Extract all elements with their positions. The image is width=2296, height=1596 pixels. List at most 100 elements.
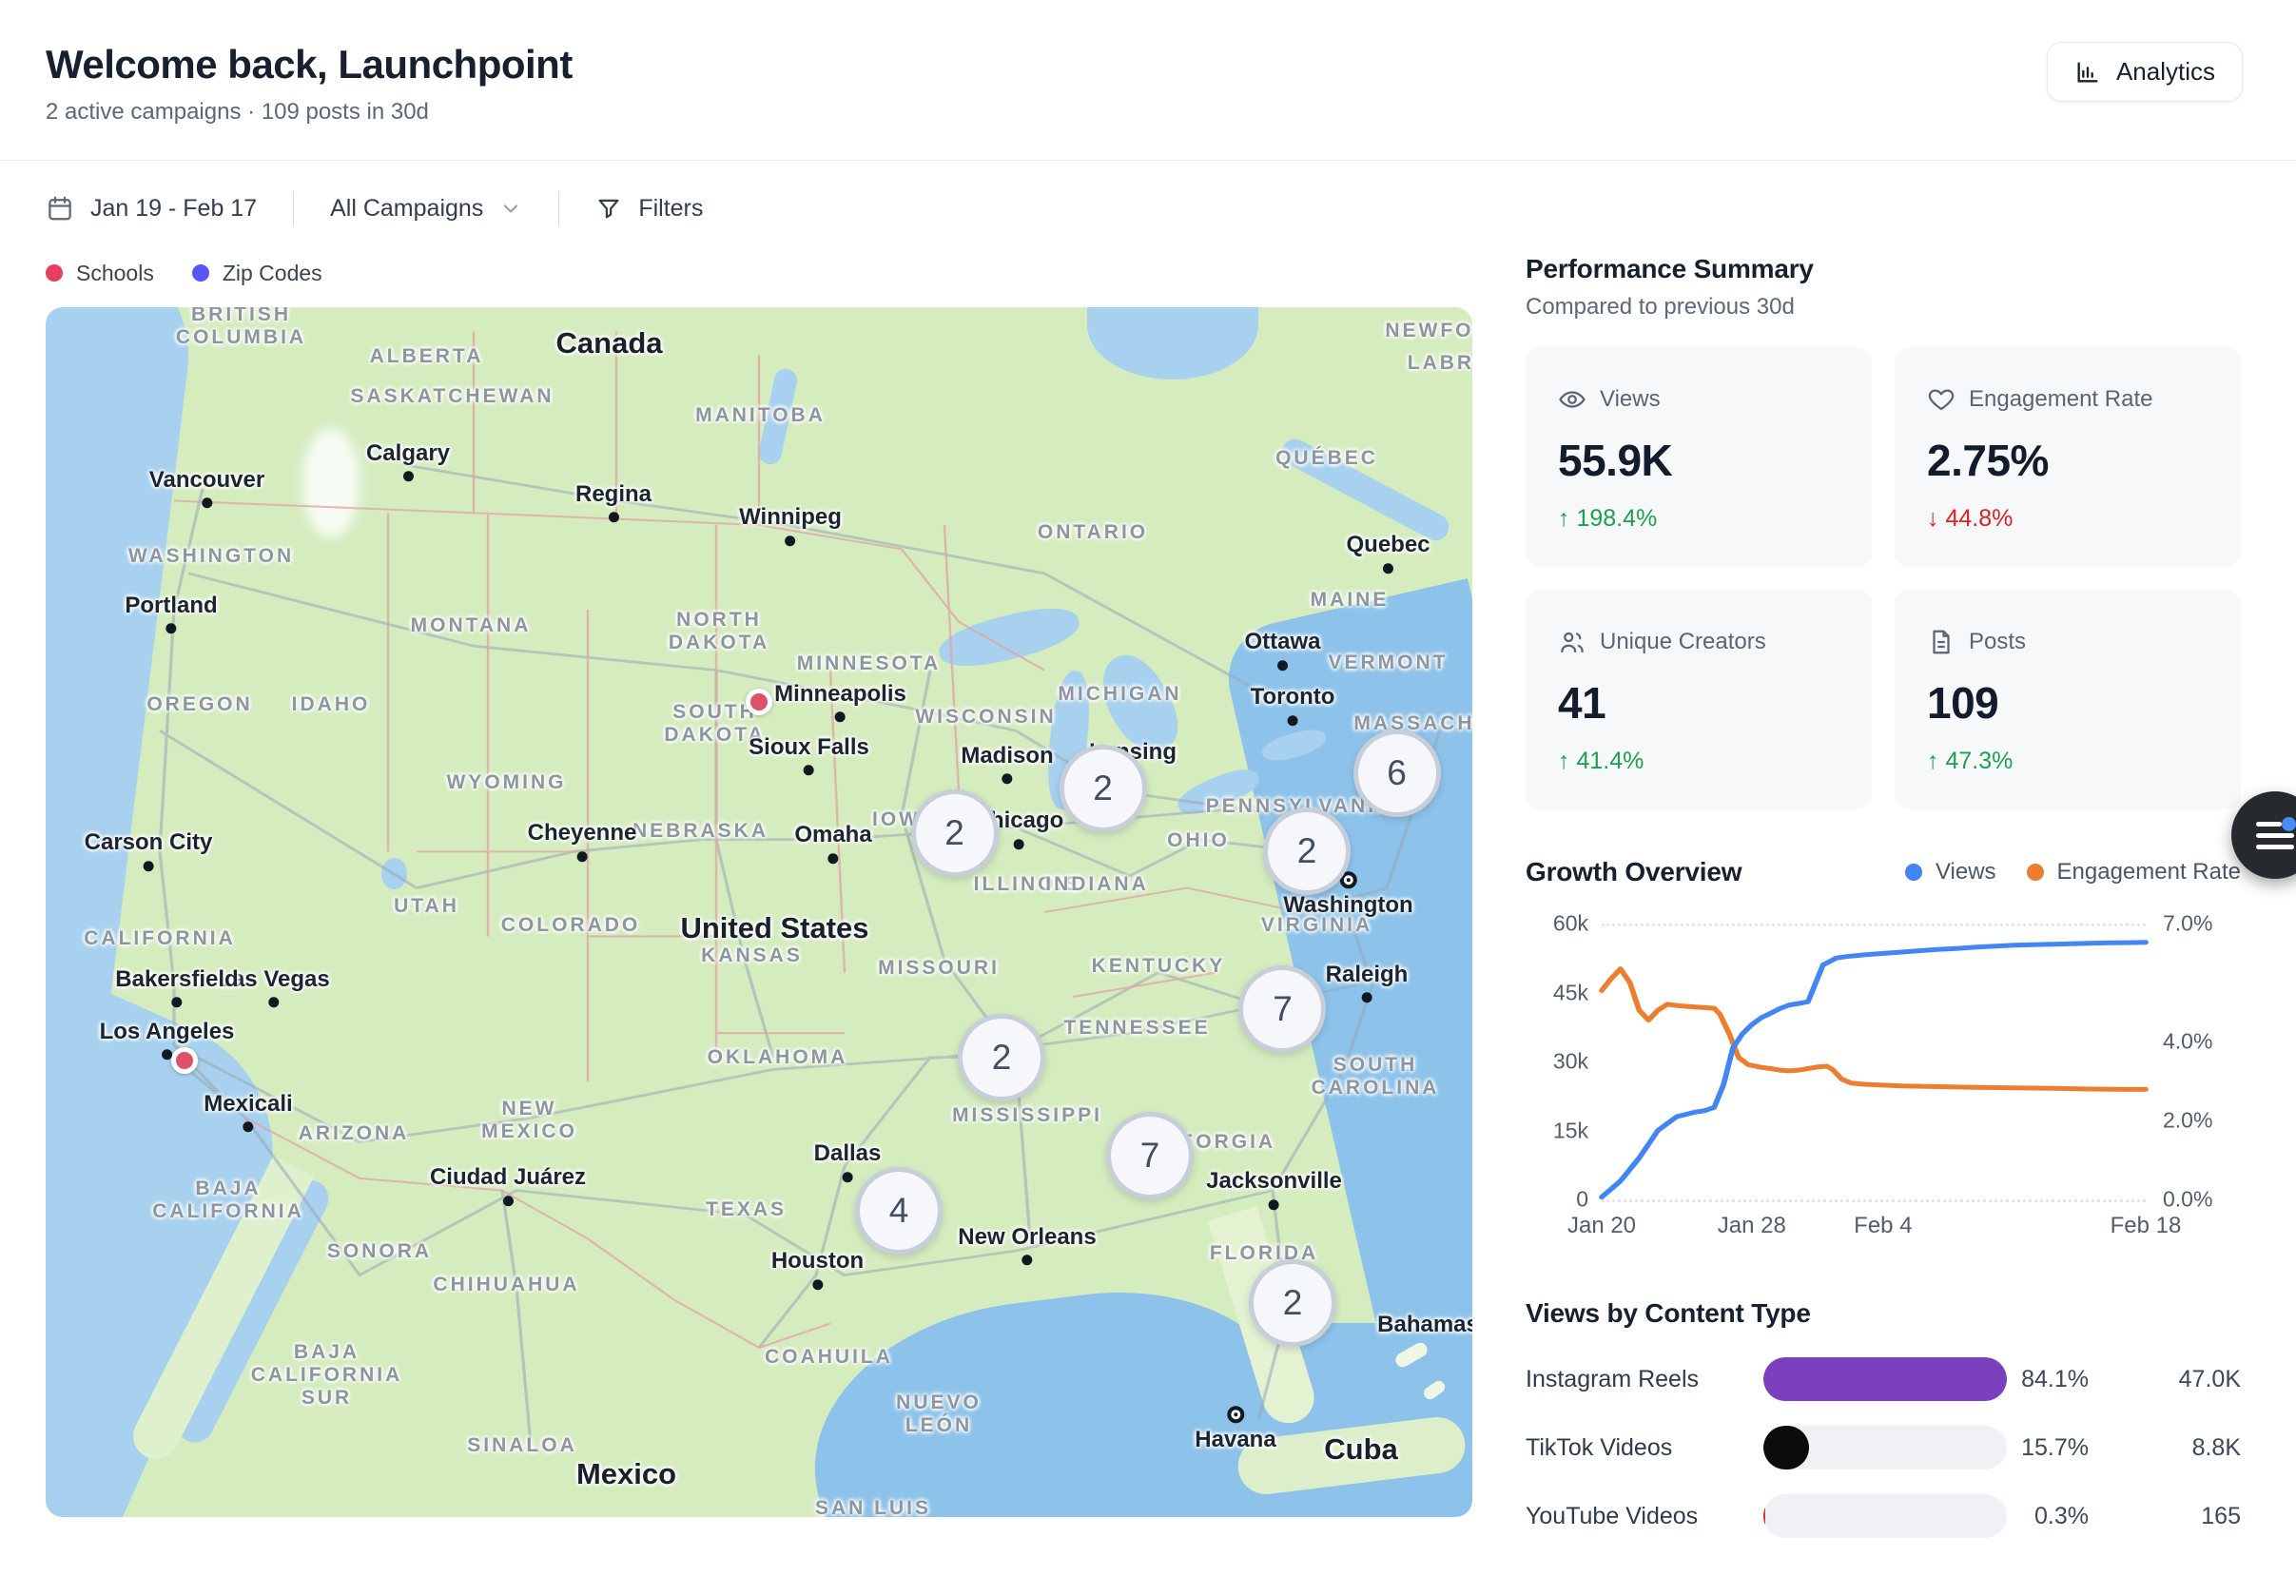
legend-engagement-rate-label: Engagement Rate [2057,859,2241,886]
calendar-icon [46,194,74,223]
gridline-bottom [1602,1199,2146,1202]
y-axis-tick-right: 4.0% [2163,1029,2212,1055]
x-axis-tick: Jan 28 [1718,1213,1786,1239]
y-axis-tick-right: 0.0% [2163,1187,2212,1213]
row-percent: 84.1% [2007,1366,2098,1393]
row-percent: 15.7% [2007,1434,2098,1462]
map-roads [46,307,1472,1517]
date-range-label: Jan 19 - Feb 17 [90,195,257,223]
views-card-label: Views [1600,386,1661,413]
map-legend: Schools Zip Codes [46,254,1472,292]
campaign-selector[interactable]: All Campaigns [330,195,522,223]
filter-bar: Jan 19 - Feb 17 All Campaigns Filters [46,191,2250,225]
stat-cards: Views 55.9K ↑ 198.4% Engagement Rate 2.7… [1526,347,2241,809]
row-label: TikTok Videos [1526,1434,1763,1462]
divider [558,191,559,225]
posts-card-delta: ↑ 47.3% [1927,748,2208,775]
posts-card-value: 109 [1927,677,2208,729]
y-axis-tick-left: 45k [1522,980,1588,1005]
legend-zip-codes-label: Zip Codes [223,261,322,286]
legend-views[interactable]: Views [1905,859,1996,886]
performance-summary-subtitle: Compared to previous 30d [1526,294,2241,321]
row-count: 8.8K [2098,1434,2241,1462]
funnel-icon [595,195,622,222]
unique-creators-card-delta: ↑ 41.4% [1558,748,1839,775]
content-type-row-tiktok: TikTok Videos 15.7% 8.8K [1526,1426,2241,1469]
map-cluster-marker[interactable]: 7 [1238,965,1326,1053]
map-cluster-marker[interactable]: 2 [958,1014,1045,1101]
engagement-rate-card: Engagement Rate 2.75% ↓ 44.8% [1895,347,2241,567]
quick-menu-fab[interactable] [2231,791,2296,879]
eye-icon [1558,385,1586,414]
legend-engagement-rate[interactable]: Engagement Rate [2027,859,2241,886]
legend-schools[interactable]: Schools [46,261,154,286]
analytics-button[interactable]: Analytics [2047,42,2243,102]
document-icon [1927,628,1955,656]
y-axis-tick-left: 60k [1522,911,1588,937]
filters-button[interactable]: Filters [595,195,703,223]
views-card-value: 55.9K [1558,435,1839,486]
views-by-content-type-title: Views by Content Type [1526,1298,2241,1329]
map-cluster-marker[interactable]: 2 [911,789,999,877]
row-label: Instagram Reels [1526,1366,1763,1393]
engagement-rate-card-delta: ↓ 44.8% [1927,505,2208,533]
row-count: 165 [2098,1503,2241,1530]
map-cluster-marker[interactable]: 2 [1249,1259,1336,1347]
content-type-row-youtube: YouTube Videos 0.3% 165 [1526,1494,2241,1538]
engagement-series-dot-icon [2027,864,2044,881]
y-axis-tick-right: 7.0% [2163,911,2212,937]
posts-card-label: Posts [1969,629,2026,655]
map-cluster-marker[interactable]: 2 [1263,808,1351,895]
y-axis-tick-left: 30k [1522,1049,1588,1075]
y-axis-tick-left: 0 [1522,1187,1588,1213]
users-icon [1558,628,1586,656]
views-series-dot-icon [1905,864,1922,881]
date-range-selector[interactable]: Jan 19 - Feb 17 [46,194,257,223]
notification-dot-icon [2282,817,2296,831]
legend-schools-label: Schools [76,261,154,286]
chart-legend: Views Engagement Rate [1905,859,2241,886]
page-header: Welcome back, Launchpoint 2 active campa… [0,0,2296,161]
zip-codes-dot-icon [192,264,209,282]
map-canvas[interactable]: BRITISH COLUMBIAALBERTASASKATCHEWANMANIT… [46,307,1472,1517]
growth-chart[interactable]: 015k30k45k60k 0.0%2.0%4.0%7.0% Jan 20Jan… [1526,916,2241,1239]
map-cluster-marker[interactable]: 6 [1353,730,1441,817]
row-label: YouTube Videos [1526,1503,1763,1530]
analytics-button-label: Analytics [2116,57,2215,87]
page-title: Welcome back, Launchpoint [46,42,573,88]
progress-bar [1763,1426,2007,1469]
progress-bar [1763,1494,2007,1538]
chevron-down-icon [499,197,522,220]
row-count: 47.0K [2098,1366,2241,1393]
campaign-selector-label: All Campaigns [330,195,483,223]
engagement-rate-card-value: 2.75% [1927,435,2208,486]
views-card-delta: ↑ 198.4% [1558,505,1839,533]
y-axis-tick-right: 2.0% [2163,1108,2212,1134]
bar-chart-icon [2074,59,2101,86]
list-icon [2256,822,2294,849]
chart-x-axis: Jan 20Jan 28Feb 4Feb 18 [1602,1213,2146,1245]
content-type-rows: Instagram Reels 84.1% 47.0K TikTok Video… [1526,1357,2241,1538]
filters-label: Filters [638,195,703,223]
content-type-row-instagram: Instagram Reels 84.1% 47.0K [1526,1357,2241,1401]
page-subtitle: 2 active campaigns · 109 posts in 30d [46,99,573,126]
unique-creators-card-value: 41 [1558,677,1839,729]
performance-summary-title: Performance Summary [1526,254,2241,284]
row-percent: 0.3% [2007,1503,2098,1530]
school-marker[interactable] [171,1047,198,1074]
unique-creators-card-label: Unique Creators [1600,629,1766,655]
map-cluster-marker[interactable]: 7 [1106,1112,1194,1199]
growth-overview-title: Growth Overview [1526,857,1741,887]
x-axis-tick: Feb 18 [2111,1213,2182,1239]
map-cluster-marker[interactable]: 4 [855,1167,943,1255]
heart-icon [1927,385,1955,414]
divider [293,191,294,225]
progress-bar [1763,1357,2007,1401]
schools-dot-icon [46,264,63,282]
school-marker[interactable] [746,689,772,715]
map-cluster-marker[interactable]: 2 [1060,745,1147,832]
legend-zip-codes[interactable]: Zip Codes [192,261,322,286]
x-axis-tick: Feb 4 [1854,1213,1912,1239]
x-axis-tick: Jan 20 [1567,1213,1636,1239]
posts-card: Posts 109 ↑ 47.3% [1895,590,2241,809]
